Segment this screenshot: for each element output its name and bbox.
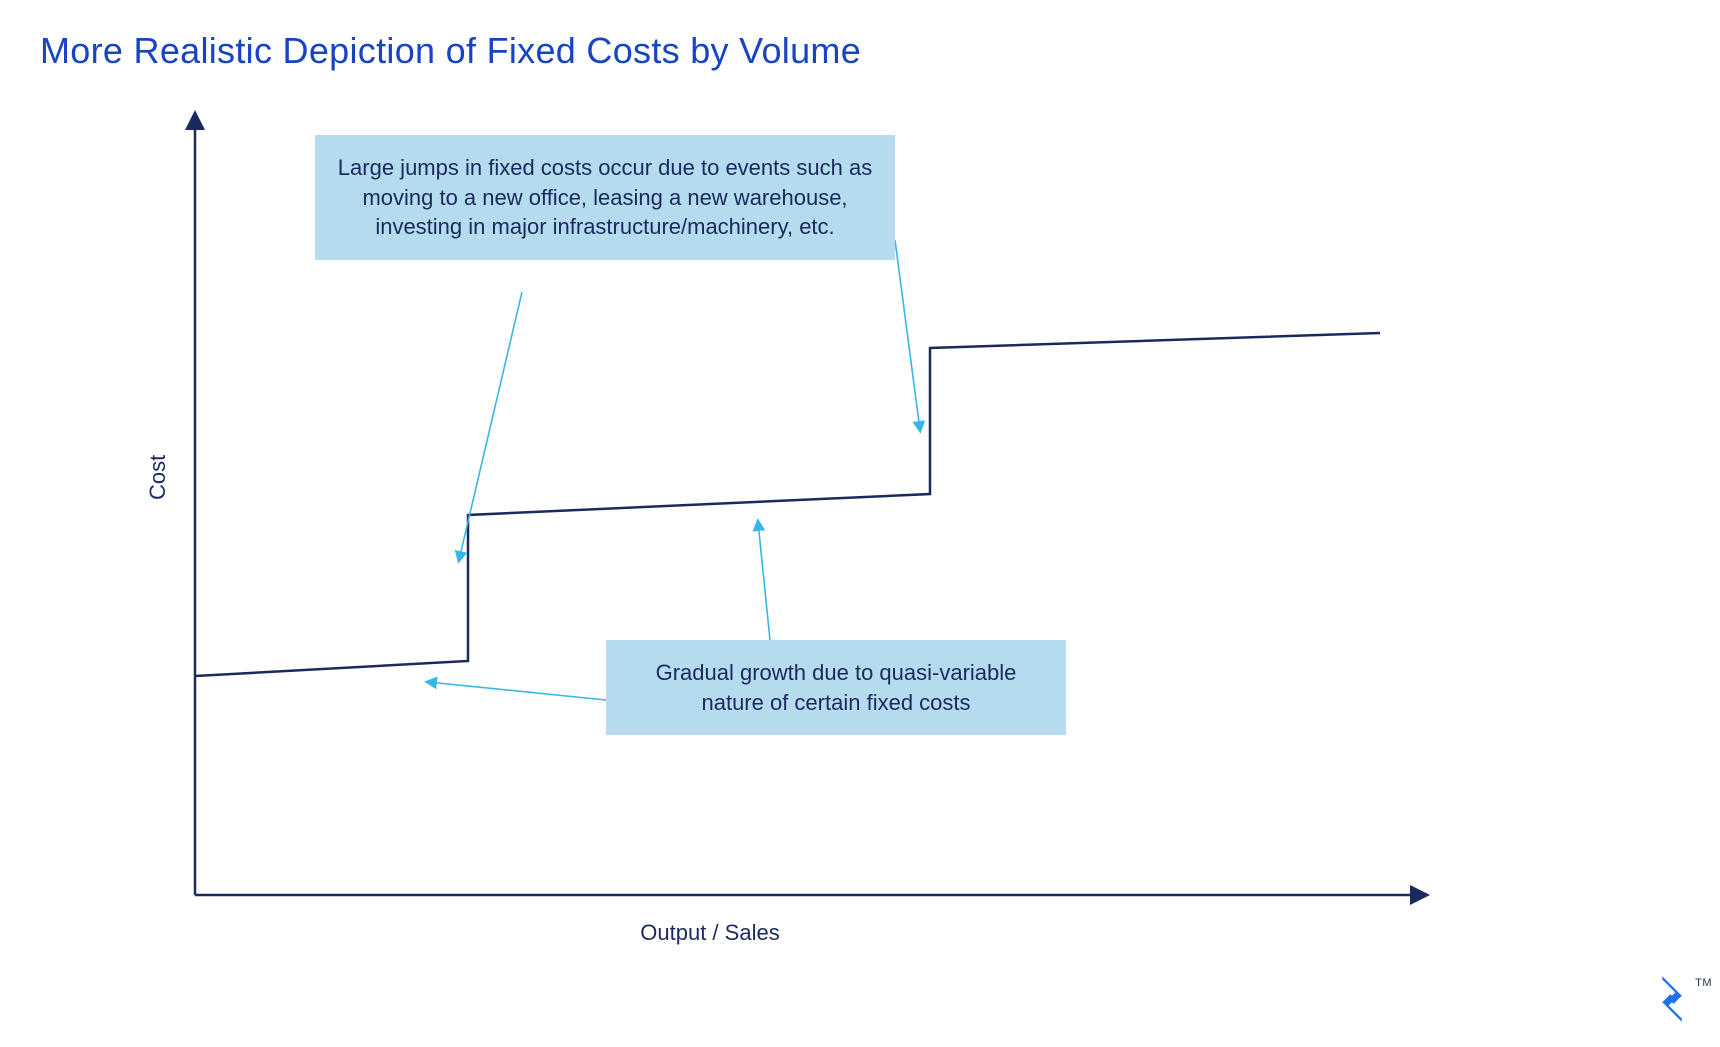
arrow-jumps-right <box>895 240 920 430</box>
trademark-label: TM <box>1695 977 1712 989</box>
arrow-jumps-left <box>459 292 522 560</box>
step-cost-line <box>195 333 1380 676</box>
arrow-gradual-right <box>758 522 770 640</box>
figure-container: More Realistic Depiction of Fixed Costs … <box>0 0 1720 1047</box>
toptal-logo-icon <box>1646 973 1698 1025</box>
annotation-gradual: Gradual growth due to quasi-variable nat… <box>606 640 1066 735</box>
x-axis-label: Output / Sales <box>610 920 810 946</box>
annotation-jumps: Large jumps in fixed costs occur due to … <box>315 135 895 260</box>
arrow-gradual-left <box>428 682 606 700</box>
y-axis-label: Cost <box>145 455 171 500</box>
